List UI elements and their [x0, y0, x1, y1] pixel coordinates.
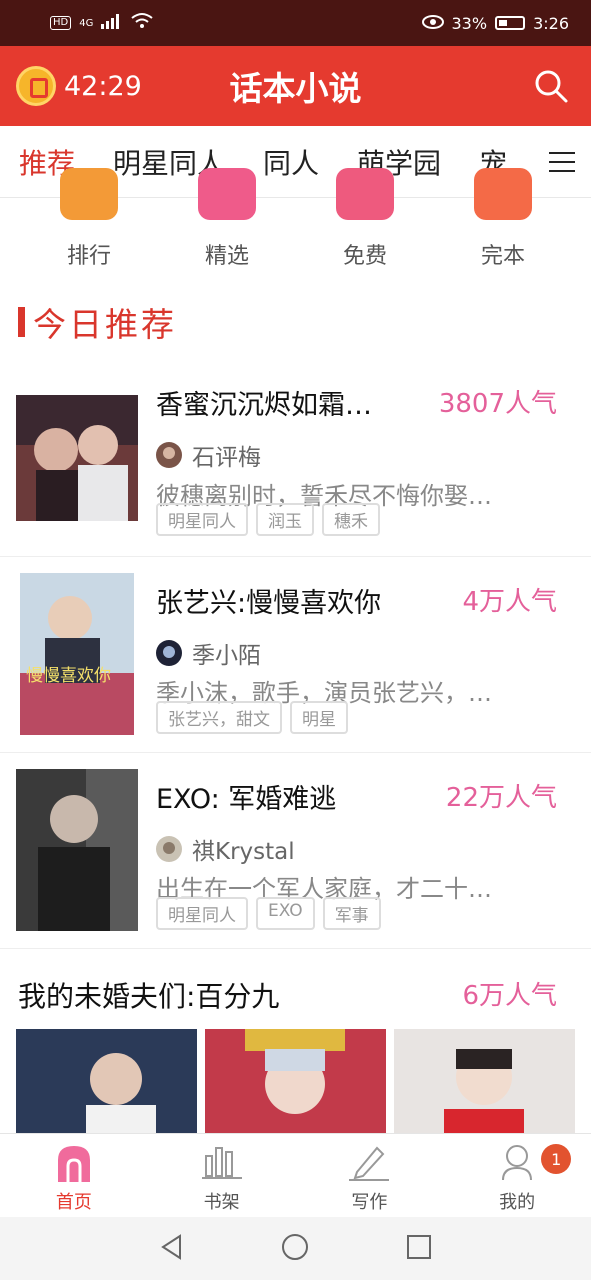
book-tag[interactable]: 润玉	[256, 503, 314, 536]
square-recents-icon	[407, 1234, 432, 1259]
book-popularity: 4万人气	[462, 587, 557, 617]
shortcut-label: 完本	[480, 244, 525, 269]
book-tags: 明星同人 润玉 穗禾	[156, 503, 380, 536]
ranking-icon	[60, 168, 118, 220]
book-title: 香蜜沉沉烬如霜…	[156, 390, 372, 421]
shortcut-ranking[interactable]: 排行	[20, 168, 158, 276]
nav-bookshelf[interactable]: 书架	[148, 1134, 296, 1217]
author-name: 季小陌	[192, 643, 261, 669]
circle-home-icon	[282, 1233, 309, 1260]
wifi-icon	[131, 12, 153, 34]
nav-label: 书架	[203, 1192, 240, 1213]
recents-button[interactable]	[405, 1233, 433, 1265]
section-title: 今日推荐	[33, 305, 177, 344]
author-name: 石评梅	[192, 445, 261, 471]
pen-icon	[349, 1146, 390, 1181]
book-popularity: 22万人气	[445, 783, 557, 813]
menu-line	[549, 170, 575, 172]
status-bar: HD 4G 33% 3:26	[0, 0, 591, 46]
bookshelf-icon	[201, 1147, 242, 1179]
cover-text: 慢慢喜欢你	[26, 665, 111, 686]
shortcut-free[interactable]: 免费	[296, 168, 434, 276]
search-button[interactable]	[533, 68, 569, 104]
author-row: 石评梅	[156, 438, 261, 472]
book-cover: 慢慢喜欢你	[20, 573, 134, 735]
back-icon	[160, 1233, 181, 1260]
book-title: EXO: 军婚难逃	[156, 784, 337, 815]
book-cover	[16, 395, 138, 521]
collection-thumbnails	[16, 1029, 576, 1134]
shortcut-row: 排行 精选 免费 完本	[0, 168, 591, 276]
alarm-clock-icon	[16, 66, 56, 106]
book-item[interactable]: 香蜜沉沉烬如霜… 3807人气 石评梅 彼穗离别时，誓禾尽不悔你娶… 明星同人 …	[0, 375, 591, 557]
shortcut-label: 排行	[66, 244, 111, 269]
book-popularity: 3807人气	[438, 389, 557, 419]
menu-line	[549, 152, 575, 154]
book-item[interactable]: EXO: 军婚难逃 22万人气 祺Krystal 出生在一个军人家庭，才二十… …	[0, 753, 591, 949]
collection-thumbnail[interactable]	[205, 1029, 386, 1134]
shortcut-featured[interactable]: 精选	[158, 168, 296, 276]
collection-thumbnail[interactable]	[16, 1029, 197, 1134]
book-tag[interactable]: 军事	[322, 897, 381, 930]
signal-icon	[101, 13, 123, 33]
clock: 3:26	[533, 13, 569, 33]
book-tag[interactable]: 明星同人	[156, 503, 248, 536]
book-tag[interactable]: EXO	[256, 897, 315, 930]
nav-write[interactable]: 写作	[296, 1134, 444, 1217]
featured-icon	[198, 168, 256, 220]
status-right: 33% 3:26	[421, 13, 569, 33]
author-avatar	[156, 442, 182, 468]
book-item[interactable]: 慢慢喜欢你 张艺兴:慢慢喜欢你 4万人气 季小陌 季小沫，歌手，演员张艺兴，… …	[0, 557, 591, 753]
notification-badge: 1	[541, 1144, 572, 1174]
author-row: 季小陌	[156, 636, 261, 670]
book-tag[interactable]: 明星同人	[156, 897, 248, 930]
bottom-nav: 首页 书架 写作 我的 1	[0, 1133, 591, 1217]
book-cover	[16, 769, 138, 931]
eye-comfort-icon	[421, 14, 444, 33]
book-tags: 张艺兴，甜文 明星	[156, 701, 348, 734]
home-button[interactable]	[281, 1233, 309, 1265]
book-title: 张艺兴:慢慢喜欢你	[156, 588, 382, 619]
author-row: 祺Krystal	[156, 832, 295, 866]
book-tags: 明星同人 EXO 军事	[156, 897, 381, 930]
book-tag[interactable]: 张艺兴，甜文	[156, 701, 282, 734]
collection-title[interactable]: 我的未婚夫们:百分九	[18, 975, 279, 1015]
section-marker	[18, 307, 25, 337]
section-header: 今日推荐	[18, 298, 177, 346]
collection-popularity: 6万人气	[462, 981, 557, 1011]
shortcut-label: 免费	[342, 244, 387, 269]
battery-percent: 33%	[451, 13, 488, 33]
shortcut-completed[interactable]: 完本	[434, 168, 572, 276]
author-name: 祺Krystal	[192, 839, 295, 865]
shortcut-label: 精选	[204, 244, 249, 269]
nav-label: 我的	[499, 1192, 536, 1213]
free-icon	[336, 168, 394, 220]
tab-menu-button[interactable]	[533, 126, 591, 197]
reading-timer[interactable]: 42:29	[0, 66, 142, 106]
network-indicator: 4G	[79, 17, 94, 29]
search-icon	[535, 70, 568, 103]
author-avatar	[156, 836, 182, 862]
book-tag[interactable]: 明星	[290, 701, 348, 734]
author-avatar	[156, 640, 182, 666]
battery-icon	[495, 16, 526, 30]
nav-label: 首页	[55, 1192, 92, 1213]
profile-icon	[502, 1145, 533, 1181]
nav-home[interactable]: 首页	[0, 1134, 148, 1217]
tab-fanfic[interactable]: 同人	[244, 142, 338, 182]
timer-text: 42:29	[64, 70, 142, 102]
app-header: 42:29 话本小说	[0, 46, 591, 126]
home-icon	[57, 1146, 90, 1182]
system-nav-bar	[0, 1217, 591, 1280]
nav-profile[interactable]: 我的 1	[443, 1134, 591, 1217]
nav-label: 写作	[351, 1192, 388, 1213]
menu-line	[549, 161, 575, 163]
hd-indicator: HD	[50, 16, 72, 30]
completed-icon	[474, 168, 532, 220]
status-left: HD 4G	[50, 12, 153, 34]
back-button[interactable]	[158, 1233, 186, 1265]
book-tag[interactable]: 穗禾	[322, 503, 380, 536]
collection-thumbnail[interactable]	[394, 1029, 575, 1134]
app-screen: HD 4G 33% 3:26 42:29 话本小说 推荐 明星同人 同人 萌学园…	[0, 0, 591, 1280]
